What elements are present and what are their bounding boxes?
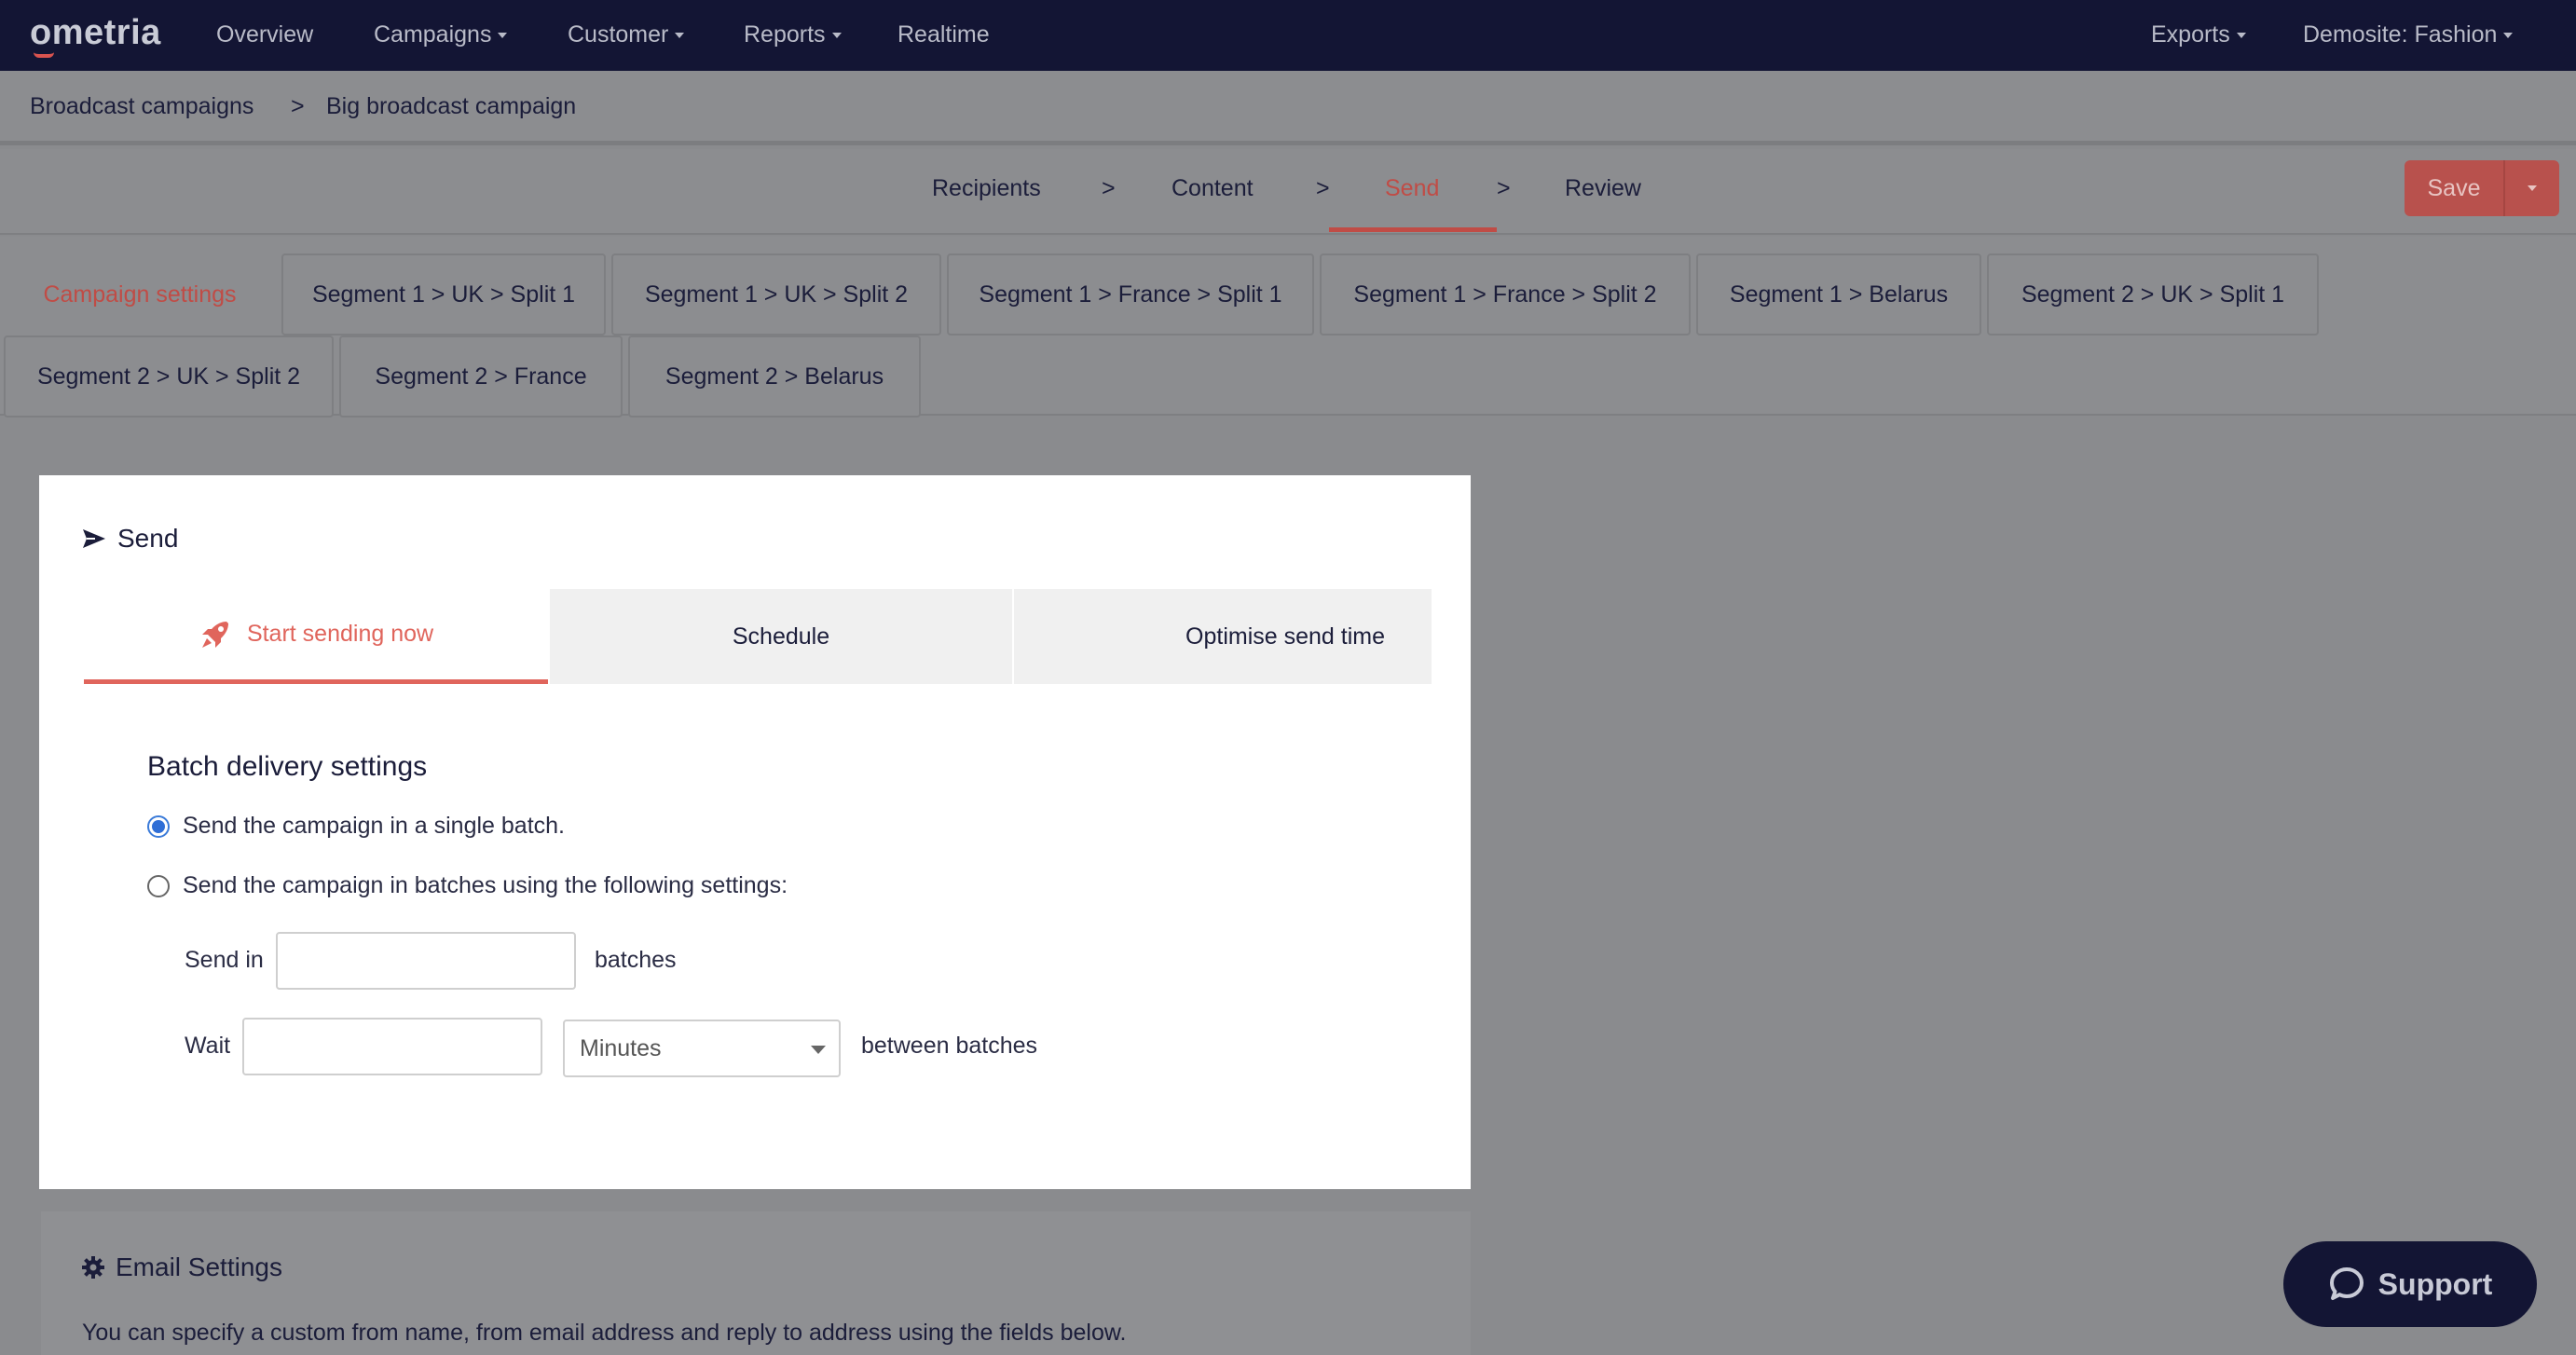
tab-label: Start sending now xyxy=(246,621,434,647)
step-separator: > xyxy=(1316,175,1330,201)
nav-exports[interactable]: Exports xyxy=(2151,21,2246,48)
batch-delivery-title: Batch delivery settings xyxy=(147,751,428,782)
wait-duration-input[interactable] xyxy=(242,1018,542,1075)
campaign-steps: Recipients > Content > Send > Review Sav… xyxy=(0,149,2576,235)
multi-batch-label: Send the campaign in batches using the f… xyxy=(183,872,788,898)
step-separator: > xyxy=(1497,175,1511,201)
breadcrumb-current: Big broadcast campaign xyxy=(326,93,577,119)
send-in-label: Send in xyxy=(185,947,264,973)
single-batch-option[interactable]: Send the campaign in a single batch. xyxy=(147,813,565,840)
tab-start-sending-now[interactable]: Start sending now xyxy=(84,589,548,684)
batch-count-input[interactable] xyxy=(276,932,576,990)
segment-tabs: Campaign settings Segment 1 > UK > Split… xyxy=(0,237,2576,417)
step-send[interactable]: Send xyxy=(1385,175,1439,202)
step-separator: > xyxy=(1102,175,1116,201)
step-recipients[interactable]: Recipients xyxy=(932,175,1041,202)
breadcrumb-separator: > xyxy=(291,93,305,119)
step-review[interactable]: Review xyxy=(1565,175,1641,202)
support-label: Support xyxy=(2377,1266,2493,1301)
send-mode-tabs: Start sending now Schedule Optimise send… xyxy=(84,589,1432,684)
rocket-icon xyxy=(201,621,228,648)
wait-unit-select[interactable]: Minutes xyxy=(563,1020,841,1077)
step-content[interactable]: Content xyxy=(1172,175,1254,202)
save-button[interactable]: Save xyxy=(2405,160,2505,216)
tab-segment[interactable]: Segment 2 > UK > Split 1 xyxy=(1987,253,2319,335)
breadcrumb-broadcast-campaigns[interactable]: Broadcast campaigns xyxy=(30,93,253,120)
single-batch-label: Send the campaign in a single batch. xyxy=(183,813,565,839)
gear-icon xyxy=(82,1256,104,1279)
tab-segment[interactable]: Segment 2 > UK > Split 2 xyxy=(4,335,334,417)
logo-text: ometria xyxy=(30,13,161,52)
tab-segment[interactable]: Segment 1 > UK > Split 2 xyxy=(611,253,941,335)
send-panel: Send Start sending now Schedule Optimise… xyxy=(39,475,1471,1189)
tab-segment[interactable]: Segment 1 > UK > Split 1 xyxy=(281,253,606,335)
nav-customer[interactable]: Customer xyxy=(568,21,684,48)
active-step-indicator xyxy=(1329,227,1497,232)
site-selector[interactable]: Demosite: Fashion xyxy=(2303,21,2513,48)
wait-label: Wait xyxy=(185,1033,231,1059)
email-settings-title: Email Settings xyxy=(82,1252,282,1282)
support-button[interactable]: Support xyxy=(2283,1241,2537,1327)
tab-schedule[interactable]: Schedule xyxy=(550,589,1012,684)
tab-segment[interactable]: Segment 1 > Belarus xyxy=(1696,253,1981,335)
nav-realtime[interactable]: Realtime xyxy=(897,21,990,48)
tab-segment[interactable]: Segment 1 > France > Split 1 xyxy=(947,253,1314,335)
nav-overview[interactable]: Overview xyxy=(216,21,313,48)
logo-smile-icon xyxy=(34,52,54,58)
email-settings-description: You can specify a custom from name, from… xyxy=(82,1320,1127,1346)
nav-campaigns[interactable]: Campaigns xyxy=(374,21,507,48)
chevron-down-icon xyxy=(811,1046,826,1054)
send-panel-title: Send xyxy=(82,524,178,554)
tab-segment[interactable]: Segment 1 > France > Split 2 xyxy=(1320,253,1691,335)
single-batch-radio[interactable] xyxy=(147,814,170,838)
tab-segment[interactable]: Segment 2 > France xyxy=(339,335,623,417)
email-settings-title-text: Email Settings xyxy=(116,1252,282,1281)
multi-batch-radio[interactable] xyxy=(147,874,170,897)
tab-optimise-send-time[interactable]: Optimise send time xyxy=(1014,589,1432,684)
tab-segment[interactable]: Segment 2 > Belarus xyxy=(628,335,921,417)
save-button-group: Save xyxy=(2405,160,2559,216)
nav-reports[interactable]: Reports xyxy=(744,21,842,48)
tab-campaign-settings[interactable]: Campaign settings xyxy=(4,253,276,335)
batches-label: batches xyxy=(595,947,677,973)
paper-plane-icon xyxy=(83,529,105,548)
multi-batch-option[interactable]: Send the campaign in batches using the f… xyxy=(147,872,788,899)
send-title-text: Send xyxy=(117,524,179,553)
ometria-logo[interactable]: ometria xyxy=(30,13,161,58)
chat-bubble-icon xyxy=(2329,1267,2364,1300)
save-dropdown-chevron-icon[interactable] xyxy=(2505,160,2559,216)
wait-unit-value: Minutes xyxy=(580,1034,662,1061)
email-settings-panel: Email Settings You can specify a custom … xyxy=(41,1211,1471,1355)
breadcrumb: Broadcast campaigns > Big broadcast camp… xyxy=(0,71,2576,145)
between-batches-label: between batches xyxy=(861,1033,1038,1059)
top-navigation: ometria Overview Campaigns Customer Repo… xyxy=(0,0,2576,71)
